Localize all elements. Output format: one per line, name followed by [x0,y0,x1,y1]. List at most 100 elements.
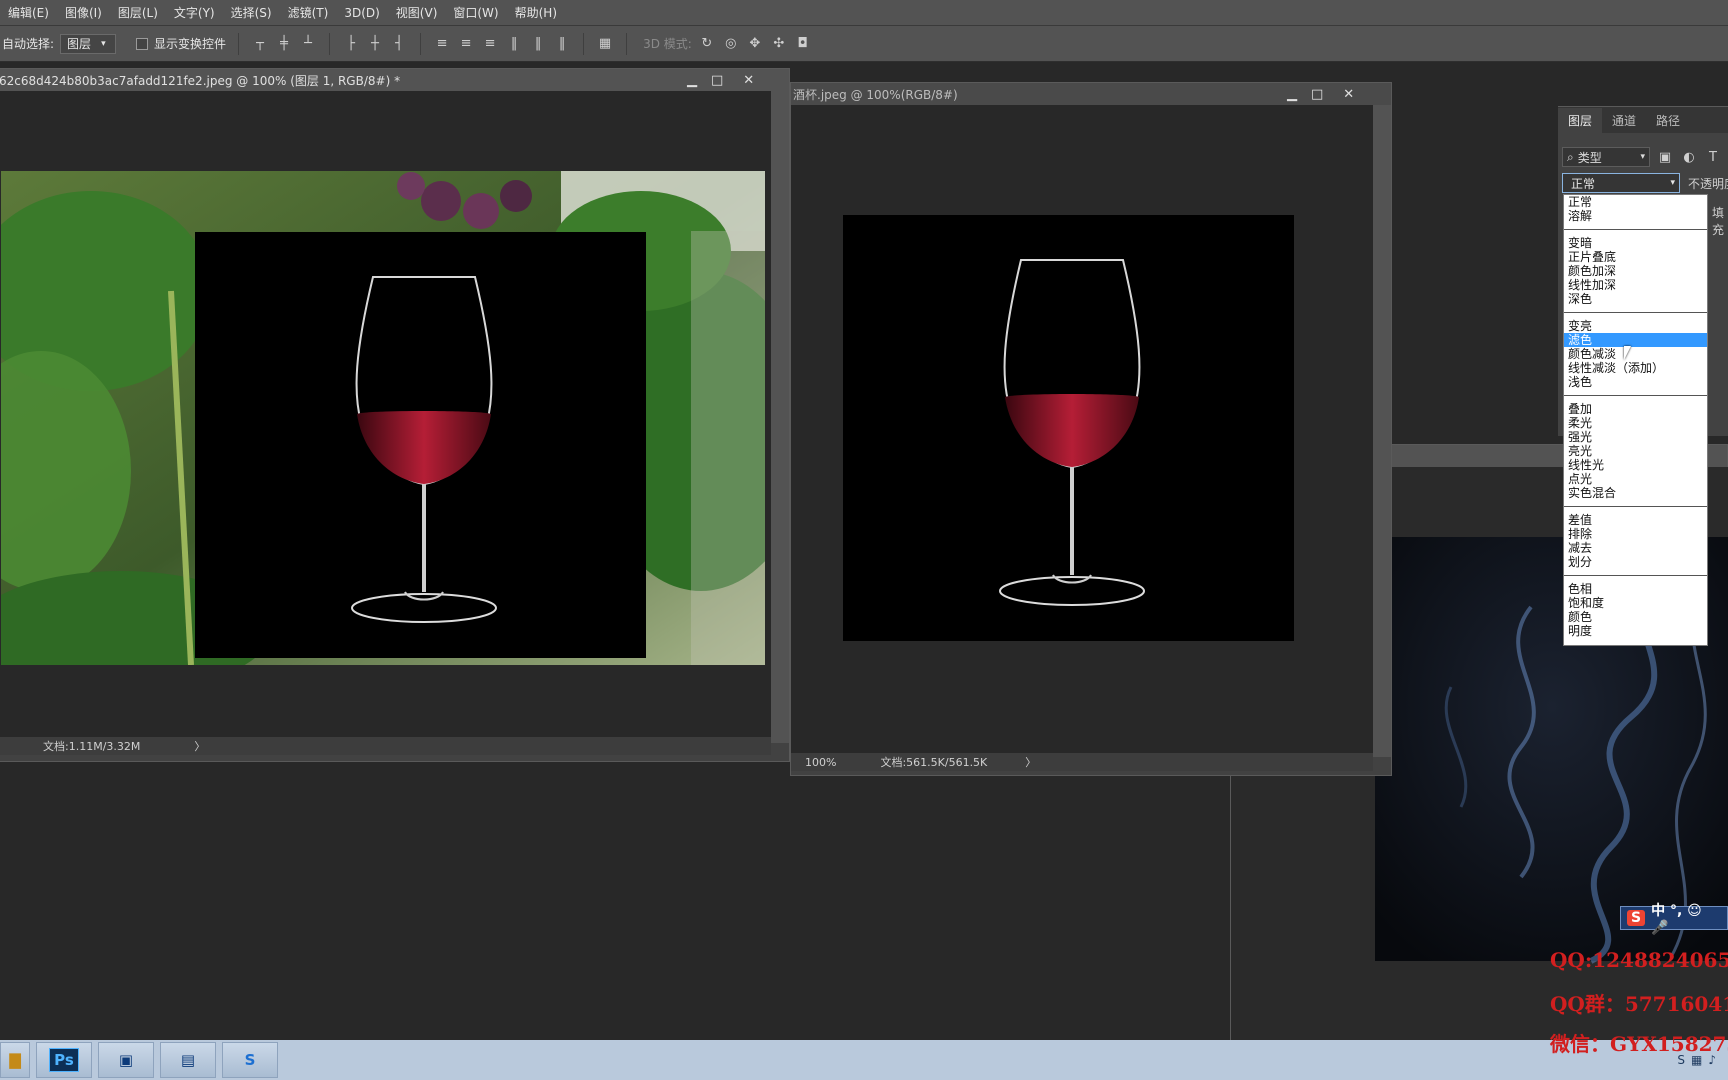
wine-layer-black[interactable] [195,232,646,658]
divider [1564,506,1707,507]
blend-option[interactable]: 叠加 [1564,402,1707,416]
document-window-2[interactable]: 酒杯.jpeg @ 100%(RGB/8#) ▁ □ ✕ 100% 文档:561… [790,82,1392,776]
contact-wechat: 微信：GYX158273 [1550,1032,1728,1056]
menu-window[interactable]: 窗口(W) [445,4,506,21]
blend-option[interactable]: 实色混合 [1564,486,1707,500]
auto-align-icon[interactable]: ▦ [596,35,614,53]
fill-label: 填充 [1712,206,1725,237]
blend-option[interactable]: 变暗 [1564,236,1707,250]
align-bottom-icon[interactable]: ┴ [299,35,317,53]
document-window-1[interactable]: 62c68d424b80b3ac7afadd121fe2.jpeg @ 100%… [0,68,790,762]
blend-option[interactable]: 线性光 [1564,458,1707,472]
distribute-bottom-icon[interactable]: ≡ [481,35,499,53]
doc2-vertical-scrollbar[interactable] [1373,105,1391,757]
blend-option[interactable]: 浅色 [1564,375,1707,389]
blend-option[interactable]: 排除 [1564,527,1707,541]
blend-option[interactable]: 减去 [1564,541,1707,555]
blend-option[interactable]: 正片叠底 [1564,250,1707,264]
taskbar-sogou-button[interactable]: S [222,1042,278,1078]
menu-image[interactable]: 图像(I) [57,4,110,21]
tab-layers[interactable]: 图层 [1558,108,1603,133]
camera-3d-icon[interactable]: ◘ [794,35,812,53]
doc2-canvas[interactable] [791,105,1373,753]
blend-option[interactable]: 饱和度 [1564,596,1707,610]
distribute-vcenter-icon[interactable]: ≡ [457,35,475,53]
menu-help[interactable]: 帮助(H) [507,4,565,21]
distribute-top-icon[interactable]: ≡ [433,35,451,53]
workspace: 62c68d424b80b3ac7afadd121fe2.jpeg @ 100%… [0,62,1728,1041]
blend-option[interactable]: 线性加深 [1564,278,1707,292]
divider [1564,395,1707,396]
blend-option[interactable]: 亮光 [1564,444,1707,458]
rotate-3d-icon[interactable]: ↻ [698,35,716,53]
blend-option[interactable]: 溶解 [1564,209,1707,223]
doc2-status-arrow[interactable]: 〉 [1025,754,1036,770]
blend-mode-value: 正常 [1571,176,1596,191]
blend-option[interactable]: 正常 [1564,195,1707,209]
menu-type[interactable]: 文字(Y) [166,4,223,21]
blend-option[interactable]: 深色 [1564,292,1707,306]
blend-option[interactable]: 明度 [1564,624,1707,638]
chevron-down-icon: ▾ [1640,152,1645,162]
tab-paths[interactable]: 路径 [1646,108,1690,133]
taskbar-photoshop-button[interactable]: Ps [36,1042,92,1078]
wine-glass-image [351,276,497,623]
distribute-hcenter-icon[interactable]: ‖ [529,35,547,53]
doc1-vertical-scrollbar[interactable] [771,91,789,743]
blend-mode-dropdown[interactable]: 正常 ▾ [1562,173,1680,193]
taskbar-image-viewer-button[interactable]: ▣ [98,1042,154,1078]
distribute-left-icon[interactable]: ‖ [505,35,523,53]
doc1-title-bar[interactable]: 62c68d424b80b3ac7afadd121fe2.jpeg @ 100%… [0,69,789,91]
blend-option[interactable]: 点光 [1564,472,1707,486]
layer-filter-dropdown[interactable]: ⌕ 类型 ▾ [1562,147,1650,167]
taskbar-folder-button[interactable]: ▇ [0,1042,30,1078]
blend-option-selected[interactable]: 滤色 [1564,333,1707,347]
blend-option[interactable]: 变亮 [1564,319,1707,333]
doc2-zoom-level[interactable]: 100% [805,756,836,769]
menu-layer[interactable]: 图层(L) [110,4,166,21]
close-icon[interactable]: ✕ [1343,87,1354,102]
blend-option[interactable]: 柔光 [1564,416,1707,430]
align-hcenter-icon[interactable]: ┼ [366,35,384,53]
divider [329,32,331,55]
roll-3d-icon[interactable]: ◎ [722,35,740,53]
doc1-canvas[interactable] [0,91,771,737]
blend-option[interactable]: 划分 [1564,555,1707,569]
auto-select-dropdown[interactable]: 图层 ▾ [60,33,117,54]
slide-3d-icon[interactable]: ✣ [770,35,788,53]
menu-filter[interactable]: 滤镜(T) [280,4,337,21]
blend-option[interactable]: 颜色加深 [1564,264,1707,278]
distribute-right-icon[interactable]: ‖ [553,35,571,53]
blend-option[interactable]: 色相 [1564,582,1707,596]
menu-select[interactable]: 选择(S) [223,4,280,21]
align-top-icon[interactable]: ┬ [251,35,269,53]
taskbar-notepad-button[interactable]: ▤ [160,1042,216,1078]
blend-option[interactable]: 差值 [1564,513,1707,527]
filter-type-icon[interactable]: T [1704,148,1722,166]
drag-3d-icon[interactable]: ✥ [746,35,764,53]
menu-3d[interactable]: 3D(D) [336,6,387,20]
chevron-down-icon: ▾ [1670,178,1675,188]
menu-view[interactable]: 视图(V) [388,4,446,21]
tab-channels[interactable]: 通道 [1602,108,1646,133]
blend-option[interactable]: 颜色 [1564,610,1707,624]
blend-option[interactable]: 线性减淡（添加） [1564,361,1707,375]
menu-edit[interactable]: 编辑(E) [0,4,57,21]
align-vcenter-icon[interactable]: ╪ [275,35,293,53]
ime-toolbar[interactable]: S 中 °, ☺ 🎤 [1620,903,1728,936]
filter-adjustment-icon[interactable]: ◐ [1680,148,1698,166]
align-right-icon[interactable]: ┤ [390,35,408,53]
layer-filter-value: 类型 [1577,150,1602,165]
minimize-icon[interactable]: ▁ [1287,87,1297,102]
image-viewer-icon: ▣ [118,1051,134,1069]
doc1-status-arrow[interactable]: 〉 [194,738,205,754]
blend-option[interactable]: 强光 [1564,430,1707,444]
filter-image-icon[interactable]: ▣ [1656,148,1674,166]
minimize-icon[interactable]: ▁ [687,73,697,88]
maximize-icon[interactable]: □ [711,73,723,88]
maximize-icon[interactable]: □ [1311,87,1323,102]
show-transform-checkbox[interactable] [136,37,149,50]
close-icon[interactable]: ✕ [743,73,754,88]
align-left-icon[interactable]: ├ [342,35,360,53]
blend-option[interactable]: 颜色减淡 [1564,347,1707,361]
